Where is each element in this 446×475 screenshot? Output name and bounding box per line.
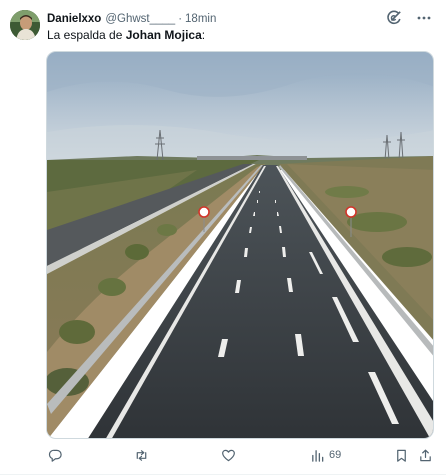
tweet-actions: 69 — [46, 446, 434, 466]
tweet-text-suffix: : — [201, 28, 206, 42]
like-button[interactable] — [221, 446, 236, 464]
views-count: 69 — [329, 449, 342, 461]
bookmark-button[interactable] — [394, 446, 409, 464]
separator-dot: · — [178, 13, 183, 25]
grok-icon[interactable] — [386, 10, 402, 26]
bookmark-icon — [394, 448, 409, 463]
more-icon[interactable] — [416, 10, 432, 26]
tweet-text-mention: Johan Mojica — [125, 28, 202, 42]
heart-icon — [221, 448, 236, 463]
timestamp[interactable]: 18min — [185, 13, 216, 25]
reply-icon — [48, 448, 63, 463]
display-name[interactable]: Danielxxo — [47, 13, 101, 25]
repost-icon — [134, 448, 149, 463]
avatar[interactable] — [10, 10, 40, 40]
tweet-header: Danielxxo @Ghwst____ · 18min — [47, 11, 216, 27]
tweet-image[interactable] — [46, 51, 434, 439]
repost-button[interactable] — [134, 446, 149, 464]
views-icon — [310, 448, 325, 463]
reply-button[interactable] — [48, 446, 63, 464]
share-icon — [418, 448, 433, 463]
tweet-text: La espalda de Johan Mojica: — [47, 28, 205, 42]
share-button[interactable] — [418, 446, 433, 464]
tweet-top-actions — [386, 10, 432, 26]
views-button[interactable]: 69 — [310, 446, 341, 464]
tweet-card[interactable]: Danielxxo @Ghwst____ · 18min La espalda … — [0, 0, 446, 475]
tweet-text-prefix: La espalda de — [47, 28, 126, 42]
user-handle[interactable]: @Ghwst____ — [105, 13, 175, 25]
